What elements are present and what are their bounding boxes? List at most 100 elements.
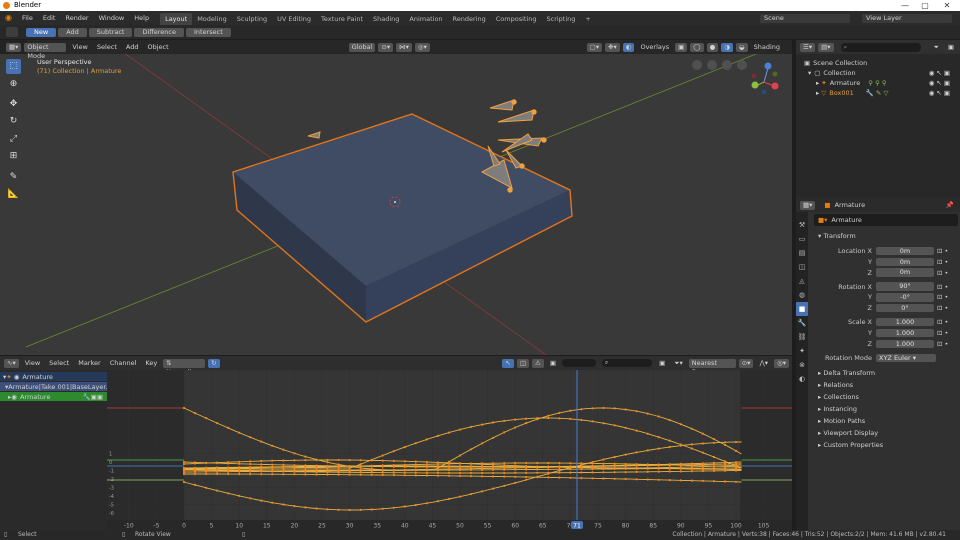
keyframe-point[interactable]	[481, 423, 484, 426]
keyframe-point[interactable]	[558, 468, 561, 471]
keyframe-point[interactable]	[205, 417, 208, 420]
keyframe-point[interactable]	[469, 425, 473, 428]
keyframe-point[interactable]	[238, 460, 241, 463]
keyframe-point[interactable]	[624, 462, 627, 466]
keyframe-point[interactable]	[679, 464, 682, 467]
keyframe-point[interactable]	[624, 408, 627, 411]
xray-icon[interactable]: ▣	[675, 42, 688, 52]
keyframe-point[interactable]	[304, 506, 307, 509]
rendered-shading-icon[interactable]: ◒	[735, 42, 748, 52]
move-tool-icon[interactable]: ✥	[6, 97, 21, 112]
lock-icon[interactable]: ⊡ •	[937, 304, 948, 312]
keyframe-point[interactable]	[326, 508, 329, 511]
keyframe-point[interactable]	[613, 471, 616, 474]
keyframe-point[interactable]	[646, 412, 649, 415]
keyframe-point[interactable]	[392, 450, 395, 453]
tab-rendering[interactable]: Rendering	[448, 13, 491, 25]
tab-uv-editing[interactable]: UV Editing	[272, 13, 316, 25]
material-tab-icon[interactable]: ◐	[796, 372, 808, 386]
keyframe-point[interactable]	[514, 481, 517, 484]
rotation-y-field[interactable]: -0°	[876, 293, 934, 302]
keyframe-point[interactable]	[525, 478, 528, 481]
keyframe-point[interactable]	[260, 473, 263, 476]
keyframe-point[interactable]	[547, 414, 550, 417]
visibility-icon[interactable]: ◉	[11, 393, 17, 401]
keyframe-point[interactable]	[271, 465, 274, 468]
filter-funnel-icon[interactable]: ⏷▾	[671, 359, 685, 368]
scale-tool-icon[interactable]: ⤢	[6, 132, 21, 147]
keyframe-point[interactable]	[359, 508, 362, 511]
keyframe-point[interactable]	[591, 477, 594, 480]
keyframe-point[interactable]	[679, 443, 682, 446]
keyframe-point[interactable]	[381, 469, 384, 472]
minimize-icon[interactable]: —	[898, 0, 912, 11]
channel-group-armature[interactable]: ▸ ◉ Armature 🔧▣▣	[0, 392, 107, 401]
keyframe-point[interactable]	[481, 468, 484, 471]
graph-overlays-icon[interactable]: ◎▾	[774, 358, 789, 368]
outliner-item-armature[interactable]: ▸ ✦ Armature ⚲ ⚲ ⚲ ◉↖▣	[804, 78, 960, 88]
maximize-icon[interactable]: ▢	[918, 0, 932, 11]
rotation-x-field[interactable]: 90°	[876, 282, 934, 291]
keyframe-point[interactable]	[326, 461, 329, 464]
keyframe-point[interactable]	[668, 439, 671, 442]
keyframe-point[interactable]	[370, 508, 373, 511]
viewport-menu-object[interactable]: Object	[145, 43, 172, 52]
keyframe-point[interactable]	[712, 467, 716, 470]
keyframe-point[interactable]	[216, 470, 219, 473]
keyframe-point[interactable]	[227, 473, 230, 476]
keyframe-point[interactable]	[436, 434, 439, 437]
keyframe-point[interactable]	[359, 473, 362, 476]
keyframe-point[interactable]	[282, 448, 285, 451]
boolean-subtract-button[interactable]: Subtract	[88, 27, 133, 37]
lock-icon[interactable]: ⊡ •	[937, 258, 948, 266]
outliner-editor-type-icon[interactable]: ☰▾	[800, 42, 816, 52]
keyframe-point[interactable]	[271, 459, 274, 462]
keyframe-point[interactable]	[249, 473, 252, 476]
keyframe-point[interactable]	[403, 471, 406, 474]
keyframe-point[interactable]	[657, 415, 660, 418]
keyframe-point[interactable]	[249, 470, 252, 473]
keyframe-point[interactable]	[293, 505, 296, 508]
pivot-point-icon[interactable]: ⊙▾	[378, 42, 394, 52]
keyframe-point[interactable]	[492, 462, 495, 465]
keyframe-point[interactable]	[458, 468, 462, 472]
keyframe-point[interactable]	[271, 463, 274, 466]
keyframe-point[interactable]	[359, 459, 362, 462]
keyframe-point[interactable]	[392, 506, 395, 509]
keyframe-point[interactable]	[193, 472, 197, 476]
object-name-field[interactable]: ■▾ Armature	[814, 214, 958, 226]
keyframe-point[interactable]	[392, 464, 395, 468]
keyframe-point[interactable]	[414, 503, 417, 507]
location-z-field[interactable]: 0m	[876, 268, 934, 277]
keyframe-point[interactable]	[668, 463, 671, 467]
keyframe-point[interactable]	[458, 474, 462, 478]
keyframe-point[interactable]	[348, 473, 351, 476]
keyframe-point[interactable]	[315, 507, 318, 510]
keyframe-point[interactable]	[624, 426, 627, 429]
keyframe-point[interactable]	[392, 471, 395, 474]
keyframe-point[interactable]	[613, 467, 616, 470]
keyframe-point[interactable]	[547, 461, 550, 465]
new-collection-icon[interactable]: ▣	[945, 43, 957, 52]
keyframe-point[interactable]	[536, 418, 539, 421]
keyframe-point[interactable]	[193, 470, 197, 473]
keyframe-point[interactable]	[481, 490, 484, 493]
keyframe-point[interactable]	[525, 461, 528, 465]
keyframe-point[interactable]	[205, 472, 208, 476]
keyframe-point[interactable]	[646, 432, 649, 435]
viewport-menu-select[interactable]: Select	[94, 43, 120, 52]
keyframe-point[interactable]	[293, 465, 296, 468]
shading-dropdown[interactable]: Shading	[751, 43, 783, 52]
keyframe-point[interactable]	[414, 469, 417, 472]
keyframe-point[interactable]	[602, 462, 605, 465]
keyframe-point[interactable]	[569, 409, 572, 412]
pin-icon[interactable]: 📌	[946, 201, 954, 209]
keyframe-point[interactable]	[613, 462, 616, 465]
keyframe-point[interactable]	[458, 495, 462, 498]
world-tab-icon[interactable]: ◍	[796, 288, 808, 302]
snap-mode-dropdown[interactable]: Nearest Frame	[688, 358, 736, 376]
channel-action[interactable]: ▾ Armature|Take 001|BaseLayer.00	[0, 382, 107, 391]
keyframe-point[interactable]	[701, 467, 705, 470]
keyframe-point[interactable]	[182, 462, 186, 466]
keyframe-point[interactable]	[182, 480, 186, 484]
